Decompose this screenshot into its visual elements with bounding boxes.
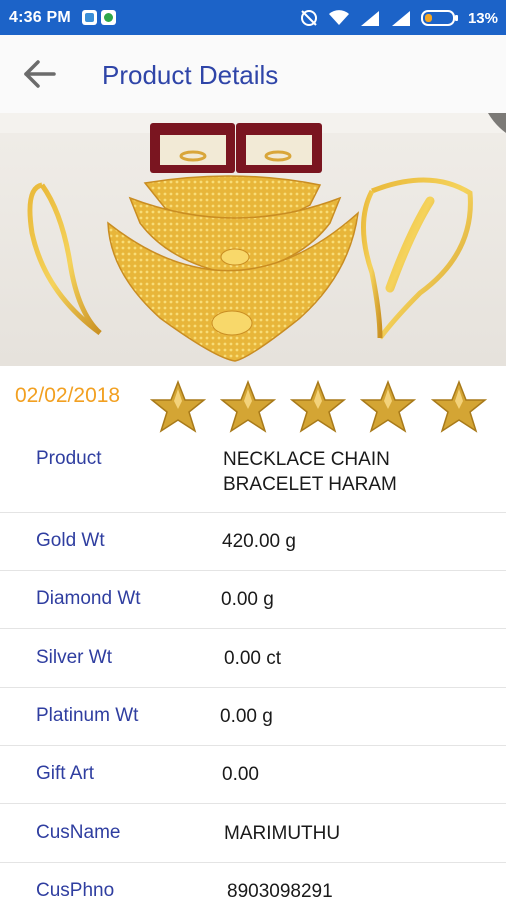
- star-icon: [360, 379, 416, 433]
- row-value: 0.00 ct: [224, 648, 282, 669]
- row-value: 8903098291: [227, 881, 333, 902]
- row-label: CusPhno: [36, 880, 115, 901]
- row-value: 0.00 g: [220, 706, 273, 727]
- back-button[interactable]: [18, 55, 60, 93]
- row-value: NECKLACE CHAIN BRACELET HARAM: [223, 449, 397, 495]
- detail-row-product: Product NECKLACE CHAIN BRACELET HARAM: [0, 436, 506, 513]
- page-title: Product Details: [102, 60, 279, 90]
- wifi-icon: [328, 10, 349, 25]
- row-label: Product: [36, 448, 102, 469]
- status-bar: 4:36 PM 13%: [0, 0, 506, 35]
- detail-row-diamond-wt: Diamond Wt 0.00 g: [0, 571, 506, 629]
- signal-icon: [391, 11, 410, 26]
- detail-row-cusname: CusName MARIMUTHU: [0, 804, 506, 863]
- app-notification-icon: [101, 10, 116, 25]
- row-label: Gold Wt: [36, 530, 105, 551]
- sync-off-icon: [300, 10, 317, 26]
- row-value: MARIMUTHU: [224, 823, 341, 844]
- detail-row-platinum-wt: Platinum Wt 0.00 g: [0, 688, 506, 746]
- product-image: [0, 113, 506, 366]
- row-label: Diamond Wt: [36, 588, 141, 609]
- battery-percent: 13%: [467, 9, 498, 27]
- row-label: Platinum Wt: [36, 705, 139, 726]
- detail-row-gift-art: Gift Art 0.00: [0, 746, 506, 804]
- star-icon: [290, 379, 346, 433]
- rating: [150, 379, 495, 435]
- star-icon: [150, 379, 206, 433]
- product-date: 02/02/2018: [15, 384, 121, 407]
- status-icons: 13%: [299, 7, 498, 29]
- signal-icon: [360, 11, 379, 26]
- row-label: Gift Art: [36, 763, 95, 784]
- star-icon: [220, 379, 276, 433]
- detail-row-gold-wt: Gold Wt 420.00 g: [0, 513, 506, 571]
- row-label: CusName: [36, 822, 121, 843]
- row-label: Silver Wt: [36, 647, 112, 668]
- row-value: 420.00 g: [222, 531, 296, 552]
- app-notification-icon: [82, 10, 97, 25]
- arrow-left-icon: [24, 60, 56, 88]
- status-time: 4:36 PM: [9, 9, 71, 26]
- detail-row-silver-wt: Silver Wt 0.00 ct: [0, 629, 506, 688]
- battery-icon: [420, 10, 458, 26]
- detail-row-cusphno: CusPhno 8903098291: [0, 863, 506, 920]
- row-value: 0.00: [222, 764, 259, 785]
- row-value: 0.00 g: [221, 589, 274, 610]
- star-icon: [431, 379, 487, 433]
- app-bar: Product Details: [0, 35, 506, 114]
